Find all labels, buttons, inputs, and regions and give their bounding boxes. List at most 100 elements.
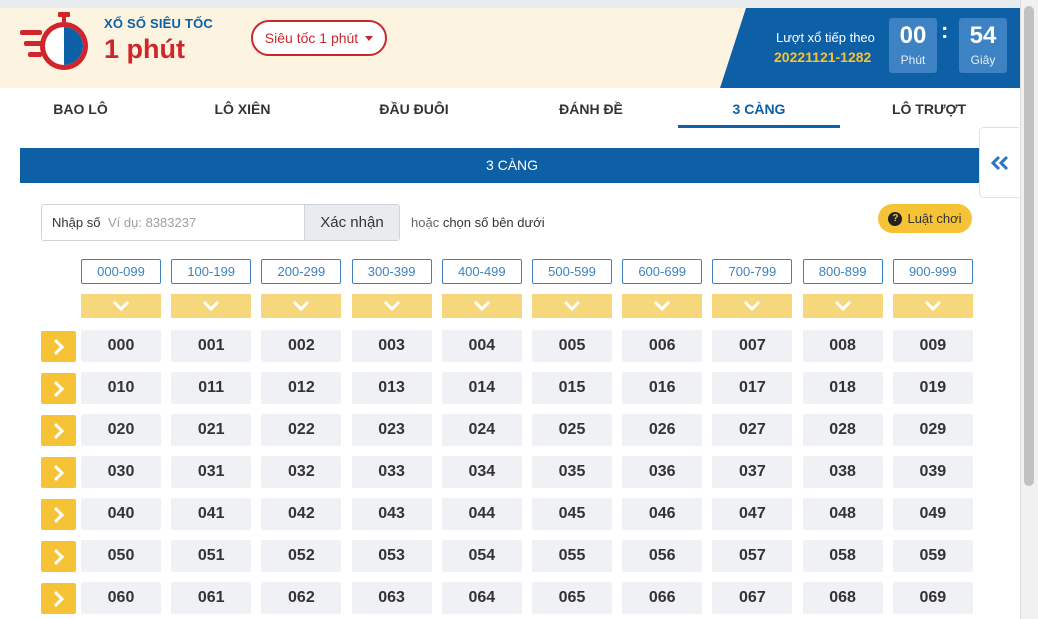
number-cell[interactable]: 058 <box>802 540 883 572</box>
range-button[interactable]: 500-599 <box>532 259 612 284</box>
range-button[interactable]: 000-099 <box>81 259 161 284</box>
row-select-button[interactable] <box>41 583 76 614</box>
row-select-button[interactable] <box>41 499 76 530</box>
number-cell[interactable]: 055 <box>532 540 612 572</box>
number-cell[interactable]: 004 <box>441 330 522 362</box>
range-button[interactable]: 900-999 <box>892 259 973 284</box>
number-cell[interactable]: 059 <box>892 540 973 572</box>
number-cell[interactable]: 030 <box>81 456 161 488</box>
column-select-button[interactable] <box>532 294 612 318</box>
number-cell[interactable]: 005 <box>532 330 612 362</box>
number-cell[interactable]: 045 <box>532 498 612 530</box>
number-cell[interactable]: 037 <box>712 456 793 488</box>
number-cell[interactable]: 012 <box>261 372 342 404</box>
row-select-button[interactable] <box>41 457 76 488</box>
range-button[interactable]: 600-699 <box>622 259 703 284</box>
number-cell[interactable]: 047 <box>712 498 793 530</box>
column-select-button[interactable] <box>622 294 703 318</box>
number-cell[interactable]: 023 <box>351 414 432 446</box>
range-button[interactable]: 300-399 <box>351 259 432 284</box>
number-cell[interactable]: 067 <box>712 582 793 614</box>
column-select-button[interactable] <box>441 294 522 318</box>
number-cell[interactable]: 011 <box>171 372 252 404</box>
number-cell[interactable]: 006 <box>622 330 703 362</box>
number-cell[interactable]: 042 <box>261 498 342 530</box>
number-cell[interactable]: 028 <box>802 414 883 446</box>
number-cell[interactable]: 034 <box>441 456 522 488</box>
tab-lo-truot[interactable]: LÔ TRƯỢT <box>866 88 992 129</box>
number-cell[interactable]: 010 <box>81 372 161 404</box>
column-select-button[interactable] <box>261 294 342 318</box>
number-cell[interactable]: 041 <box>171 498 252 530</box>
number-cell[interactable]: 027 <box>712 414 793 446</box>
number-cell[interactable]: 033 <box>351 456 432 488</box>
number-cell[interactable]: 018 <box>802 372 883 404</box>
rules-button[interactable]: ? Luật chơi <box>878 204 972 233</box>
number-cell[interactable]: 020 <box>81 414 161 446</box>
number-cell[interactable]: 052 <box>261 540 342 572</box>
number-cell[interactable]: 003 <box>351 330 432 362</box>
range-button[interactable]: 200-299 <box>261 259 342 284</box>
number-cell[interactable]: 060 <box>81 582 161 614</box>
sidebar-collapse-button[interactable] <box>979 127 1019 198</box>
tab-dau-duoi[interactable]: ĐẦU ĐUÔI <box>343 88 485 129</box>
number-cell[interactable]: 002 <box>261 330 342 362</box>
number-cell[interactable]: 049 <box>892 498 973 530</box>
column-select-button[interactable] <box>81 294 161 318</box>
game-type-dropdown[interactable]: Siêu tốc 1 phút <box>251 20 387 56</box>
column-select-button[interactable] <box>802 294 883 318</box>
number-cell[interactable]: 066 <box>622 582 703 614</box>
number-cell[interactable]: 019 <box>892 372 973 404</box>
number-cell[interactable]: 063 <box>351 582 432 614</box>
scrollbar-thumb[interactable] <box>1024 6 1034 486</box>
number-cell[interactable]: 057 <box>712 540 793 572</box>
number-cell[interactable]: 038 <box>802 456 883 488</box>
number-cell[interactable]: 035 <box>532 456 612 488</box>
number-cell[interactable]: 043 <box>351 498 432 530</box>
number-cell[interactable]: 046 <box>622 498 703 530</box>
number-cell[interactable]: 039 <box>892 456 973 488</box>
tab-3-cang[interactable]: 3 CÀNG <box>678 88 840 128</box>
number-cell[interactable]: 022 <box>261 414 342 446</box>
number-cell[interactable]: 026 <box>622 414 703 446</box>
row-select-button[interactable] <box>41 415 76 446</box>
number-cell[interactable]: 051 <box>171 540 252 572</box>
number-cell[interactable]: 021 <box>171 414 252 446</box>
range-button[interactable]: 100-199 <box>171 259 252 284</box>
number-cell[interactable]: 015 <box>532 372 612 404</box>
column-select-button[interactable] <box>712 294 793 318</box>
number-cell[interactable]: 050 <box>81 540 161 572</box>
column-select-button[interactable] <box>351 294 432 318</box>
tab-lo-xien[interactable]: LÔ XIÊN <box>182 88 303 129</box>
number-cell[interactable]: 031 <box>171 456 252 488</box>
number-cell[interactable]: 008 <box>802 330 883 362</box>
number-cell[interactable]: 025 <box>532 414 612 446</box>
number-cell[interactable]: 036 <box>622 456 703 488</box>
number-cell[interactable]: 009 <box>892 330 973 362</box>
number-cell[interactable]: 029 <box>892 414 973 446</box>
column-select-button[interactable] <box>892 294 973 318</box>
number-cell[interactable]: 056 <box>622 540 703 572</box>
number-cell[interactable]: 017 <box>712 372 793 404</box>
number-cell[interactable]: 016 <box>622 372 703 404</box>
number-cell[interactable]: 014 <box>441 372 522 404</box>
row-select-button[interactable] <box>41 373 76 404</box>
number-cell[interactable]: 001 <box>171 330 252 362</box>
row-select-button[interactable] <box>41 331 76 362</box>
number-cell[interactable]: 064 <box>441 582 522 614</box>
number-cell[interactable]: 053 <box>351 540 432 572</box>
number-cell[interactable]: 054 <box>441 540 522 572</box>
number-cell[interactable]: 062 <box>261 582 342 614</box>
range-button[interactable]: 400-499 <box>441 259 522 284</box>
number-cell[interactable]: 069 <box>892 582 973 614</box>
range-button[interactable]: 800-899 <box>802 259 883 284</box>
number-input[interactable] <box>108 205 304 240</box>
number-cell[interactable]: 044 <box>441 498 522 530</box>
number-cell[interactable]: 040 <box>81 498 161 530</box>
column-select-button[interactable] <box>171 294 252 318</box>
row-select-button[interactable] <box>41 541 76 572</box>
number-cell[interactable]: 013 <box>351 372 432 404</box>
confirm-button[interactable]: Xác nhận <box>304 205 399 240</box>
number-cell[interactable]: 000 <box>81 330 161 362</box>
number-cell[interactable]: 048 <box>802 498 883 530</box>
